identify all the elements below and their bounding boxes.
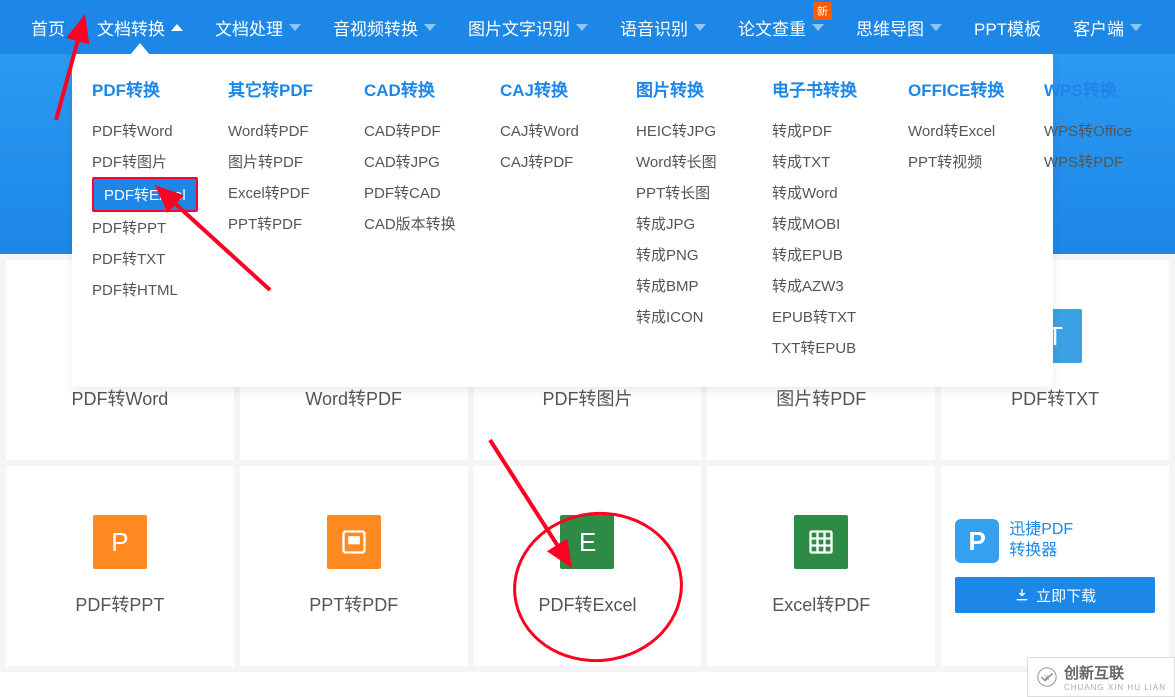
new-badge: 新 xyxy=(813,2,832,20)
nav-item-1[interactable]: 文档处理 xyxy=(199,0,317,54)
feature-label: Excel转PDF xyxy=(772,591,870,617)
dropdown-item[interactable]: WPS转Office xyxy=(1044,115,1144,146)
dropdown-item[interactable]: CAD版本转换 xyxy=(364,208,464,239)
dropdown-item[interactable]: PDF转Word xyxy=(92,115,192,146)
dropdown-item[interactable]: 转成EPUB xyxy=(772,239,872,270)
dropdown-item[interactable]: Word转PDF xyxy=(228,115,328,146)
dropdown-col-title: PDF转换 xyxy=(92,76,192,101)
dropdown-item[interactable]: 转成Word xyxy=(772,177,872,208)
footer-brand-text: 创新互联 xyxy=(1064,665,1124,682)
caret-up-icon xyxy=(171,24,183,31)
nav-item-7[interactable]: PPT模板 xyxy=(958,0,1057,54)
caret-down-icon xyxy=(930,24,942,31)
dropdown-col-title: CAJ转换 xyxy=(500,76,600,101)
dropdown-item[interactable]: TXT转EPUB xyxy=(772,332,872,363)
dropdown-item[interactable]: PPT转视频 xyxy=(908,146,1008,177)
dropdown-col-title: WPS转换 xyxy=(1044,76,1144,101)
feature-label: 图片转PDF xyxy=(776,385,866,411)
dropdown-col-title: 其它转PDF xyxy=(228,76,328,101)
feature-label: PDF转PPT xyxy=(75,591,164,617)
feature-label: PDF转图片 xyxy=(542,385,632,411)
dropdown-item[interactable]: 转成TXT xyxy=(772,146,872,177)
caret-down-icon xyxy=(289,24,301,31)
dropdown-item[interactable]: 转成AZW3 xyxy=(772,270,872,301)
dropdown-item[interactable]: CAD转JPG xyxy=(364,146,464,177)
nav-item-6[interactable]: 思维导图 xyxy=(840,0,958,54)
top-navbar: 首页 文档转换文档处理音视频转换图片文字识别语音识别论文查重新思维导图PPT模板… xyxy=(0,0,1175,54)
dropdown-item[interactable]: Word转长图 xyxy=(636,146,736,177)
footer-brand: X 创新互联 CHUANG XIN HU LIAN xyxy=(1027,657,1175,697)
nav-item-4[interactable]: 语音识别 xyxy=(604,0,722,54)
feature-card[interactable]: PPT转PDF xyxy=(240,466,468,666)
caret-down-icon xyxy=(812,24,824,31)
dropdown-item[interactable]: PPT转长图 xyxy=(636,177,736,208)
promo-card: P迅捷PDF转换器立即下载 xyxy=(941,466,1169,666)
dropdown-item[interactable]: CAD转PDF xyxy=(364,115,464,146)
nav-item-3[interactable]: 图片文字识别 xyxy=(452,0,604,54)
caret-down-icon xyxy=(576,24,588,31)
dropdown-item[interactable]: 转成ICON xyxy=(636,301,736,332)
feature-card[interactable]: P PDF转PPT xyxy=(6,466,234,666)
dropdown-item[interactable]: Word转Excel xyxy=(908,115,1008,146)
excel2-icon xyxy=(794,515,848,569)
dropdown-item[interactable]: 转成PNG xyxy=(636,239,736,270)
nav-item-8[interactable]: 客户端 xyxy=(1057,0,1158,54)
footer-brand-sub: CHUANG XIN HU LIAN xyxy=(1064,683,1166,692)
dropdown-item[interactable]: 转成MOBI xyxy=(772,208,872,239)
promo-title: 迅捷PDF转换器 xyxy=(1009,520,1073,562)
ppt-icon: P xyxy=(93,515,147,569)
ppt2-icon xyxy=(327,515,381,569)
app-icon: P xyxy=(955,519,999,563)
dropdown-col-title: OFFICE转换 xyxy=(908,76,1008,101)
dropdown-item[interactable]: WPS转PDF xyxy=(1044,146,1144,177)
feature-label: PDF转TXT xyxy=(1011,385,1099,411)
download-button[interactable]: 立即下载 xyxy=(955,577,1155,613)
dropdown-item[interactable]: EPUB转TXT xyxy=(772,301,872,332)
feature-label: PDF转Word xyxy=(72,385,169,411)
feature-label: PPT转PDF xyxy=(309,591,398,617)
dropdown-item[interactable]: 转成PDF xyxy=(772,115,872,146)
dropdown-item[interactable]: CAJ转PDF xyxy=(500,146,600,177)
dropdown-item[interactable]: 转成BMP xyxy=(636,270,736,301)
caret-down-icon xyxy=(694,24,706,31)
feature-card[interactable]: Excel转PDF xyxy=(707,466,935,666)
download-icon xyxy=(1014,587,1030,603)
caret-down-icon xyxy=(1130,24,1142,31)
dropdown-col-title: 电子书转换 xyxy=(772,76,872,101)
dropdown-item[interactable]: CAJ转Word xyxy=(500,115,600,146)
dropdown-item[interactable]: PDF转CAD xyxy=(364,177,464,208)
caret-down-icon xyxy=(424,24,436,31)
dropdown-col-title: 图片转换 xyxy=(636,76,736,101)
dropdown-col-title: CAD转换 xyxy=(364,76,464,101)
svg-text:X: X xyxy=(1044,673,1049,682)
feature-label: Word转PDF xyxy=(305,385,402,411)
nav-item-2[interactable]: 音视频转换 xyxy=(317,0,452,54)
dropdown-item[interactable]: 转成JPG xyxy=(636,208,736,239)
dropdown-item[interactable]: HEIC转JPG xyxy=(636,115,736,146)
